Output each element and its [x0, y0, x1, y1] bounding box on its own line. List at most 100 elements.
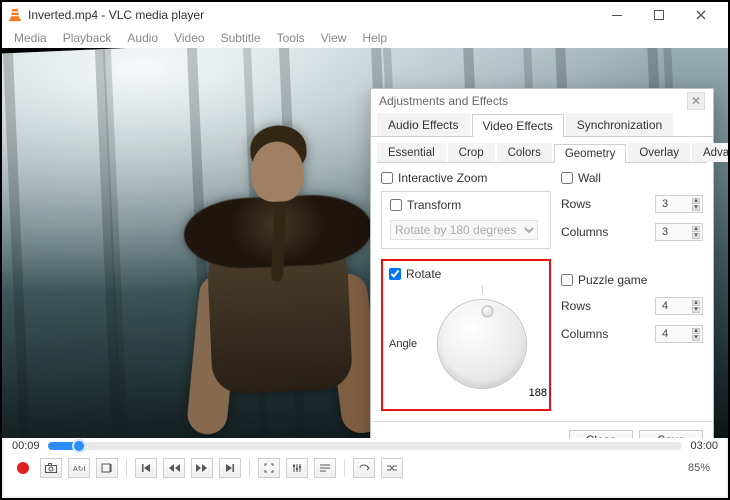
- chevron-down-icon[interactable]: ▾: [692, 233, 700, 239]
- puzzle-input[interactable]: [561, 274, 573, 286]
- chevron-up-icon[interactable]: ▴: [692, 328, 700, 334]
- rotate-dial[interactable]: 188: [423, 285, 541, 403]
- chevron-down-icon[interactable]: ▾: [692, 335, 700, 341]
- loop-button[interactable]: [353, 458, 375, 478]
- rotate-input[interactable]: [389, 268, 401, 280]
- playlist-button[interactable]: [314, 458, 336, 478]
- wall-columns-label: Columns: [561, 225, 608, 239]
- vlc-icon: [8, 8, 22, 22]
- playlist-icon: [319, 463, 331, 473]
- loop-ab-icon: A↻B: [73, 463, 85, 473]
- rewind-icon: [168, 463, 180, 473]
- tab-synchronization[interactable]: Synchronization: [566, 113, 673, 136]
- menu-view[interactable]: View: [313, 30, 355, 46]
- ffwd-button[interactable]: [191, 458, 213, 478]
- adjustments-effects-dialog: Adjustments and Effects ✕ Audio Effects …: [370, 88, 714, 438]
- wall-checkbox[interactable]: Wall: [561, 171, 703, 185]
- wall-cols-spinner[interactable]: 3 ▴▾: [655, 223, 703, 241]
- snapshot-button[interactable]: [40, 458, 62, 478]
- shuffle-icon: [386, 463, 398, 473]
- seek-thumb[interactable]: [72, 439, 86, 453]
- fullscreen-button[interactable]: [258, 458, 280, 478]
- menu-bar: Media Playback Audio Video Subtitle Tool…: [2, 28, 728, 48]
- rewind-button[interactable]: [163, 458, 185, 478]
- menu-subtitle[interactable]: Subtitle: [213, 30, 269, 46]
- seek-bar[interactable]: [48, 442, 683, 450]
- puzzle-label: Puzzle game: [578, 273, 647, 287]
- interactive-zoom-input[interactable]: [381, 172, 393, 184]
- atob-loop-button[interactable]: A↻B: [68, 458, 90, 478]
- fullscreen-icon: [264, 463, 274, 473]
- transform-checkbox[interactable]: Transform: [390, 198, 542, 212]
- ffwd-icon: [196, 463, 208, 473]
- tab-video-effects[interactable]: Video Effects: [472, 114, 564, 137]
- save-button[interactable]: Save: [639, 430, 703, 438]
- vlc-main-window: Inverted.mp4 - VLC media player Media Pl…: [0, 0, 730, 500]
- player-controls: 00:09 03:00 A↻B 85%: [4, 438, 726, 496]
- tab-audio-effects[interactable]: Audio Effects: [377, 113, 470, 136]
- rotate-checkbox[interactable]: Rotate: [389, 267, 543, 281]
- record-icon: [17, 462, 29, 474]
- chevron-up-icon[interactable]: ▴: [692, 198, 700, 204]
- dialog-close-icon[interactable]: ✕: [687, 92, 705, 110]
- transform-group: Transform Rotate by 180 degrees: [381, 191, 551, 249]
- frame-step-button[interactable]: [96, 458, 118, 478]
- transform-input[interactable]: [390, 199, 402, 211]
- menu-help[interactable]: Help: [354, 30, 395, 46]
- puzzle-cols-label: Columns: [561, 327, 608, 341]
- chevron-up-icon[interactable]: ▴: [692, 300, 700, 306]
- subtab-essential[interactable]: Essential: [377, 143, 446, 162]
- video-area[interactable]: Adjustments and Effects ✕ Audio Effects …: [2, 48, 728, 438]
- menu-video[interactable]: Video: [166, 30, 212, 46]
- prev-button[interactable]: [135, 458, 157, 478]
- subtab-advanced[interactable]: Advanced: [692, 143, 728, 162]
- puzzle-cols-spinner[interactable]: 4 ▴▾: [655, 325, 703, 343]
- svg-text:A↻B: A↻B: [73, 466, 85, 473]
- volume-percent: 85%: [688, 462, 718, 474]
- dialog-title: Adjustments and Effects: [379, 94, 508, 108]
- puzzle-checkbox[interactable]: Puzzle game: [561, 273, 703, 287]
- chevron-down-icon[interactable]: ▾: [692, 205, 700, 211]
- close-button[interactable]: [680, 3, 722, 27]
- interactive-zoom-label: Interactive Zoom: [398, 171, 487, 185]
- window-title: Inverted.mp4 - VLC media player: [28, 8, 596, 22]
- minimize-button[interactable]: [596, 3, 638, 27]
- subtab-crop[interactable]: Crop: [448, 143, 495, 162]
- prev-icon: [141, 463, 151, 473]
- record-button[interactable]: [12, 458, 34, 478]
- wall-label: Wall: [578, 171, 601, 185]
- wall-rows-label: Rows: [561, 197, 591, 211]
- rotate-highlight-box: Rotate Angle 188: [381, 259, 551, 411]
- menu-playback[interactable]: Playback: [55, 30, 120, 46]
- puzzle-rows-spinner[interactable]: 4 ▴▾: [655, 297, 703, 315]
- next-icon: [225, 463, 235, 473]
- next-button[interactable]: [219, 458, 241, 478]
- title-bar: Inverted.mp4 - VLC media player: [2, 2, 728, 28]
- total-time: 03:00: [690, 440, 718, 452]
- subtab-colors[interactable]: Colors: [497, 143, 552, 162]
- angle-readout: 188: [529, 387, 547, 399]
- sliders-icon: [292, 463, 302, 473]
- subtab-overlay[interactable]: Overlay: [628, 143, 690, 162]
- menu-audio[interactable]: Audio: [119, 30, 166, 46]
- close-button[interactable]: Close: [569, 430, 633, 438]
- loop-icon: [358, 463, 370, 473]
- wall-input[interactable]: [561, 172, 573, 184]
- ext-settings-button[interactable]: [286, 458, 308, 478]
- elapsed-time: 00:09: [12, 440, 40, 452]
- transform-label: Transform: [407, 198, 461, 212]
- chevron-up-icon[interactable]: ▴: [692, 226, 700, 232]
- menu-media[interactable]: Media: [6, 30, 55, 46]
- chevron-down-icon[interactable]: ▾: [692, 307, 700, 313]
- puzzle-rows-label: Rows: [561, 299, 591, 313]
- angle-label: Angle: [389, 338, 417, 350]
- wall-rows-spinner[interactable]: 3 ▴▾: [655, 195, 703, 213]
- maximize-button[interactable]: [638, 3, 680, 27]
- subtab-geometry[interactable]: Geometry: [554, 144, 627, 163]
- camera-icon: [45, 463, 57, 473]
- menu-tools[interactable]: Tools: [269, 30, 313, 46]
- frame-step-icon: [101, 463, 113, 473]
- transform-select[interactable]: Rotate by 180 degrees: [390, 220, 538, 240]
- interactive-zoom-checkbox[interactable]: Interactive Zoom: [381, 171, 551, 185]
- shuffle-button[interactable]: [381, 458, 403, 478]
